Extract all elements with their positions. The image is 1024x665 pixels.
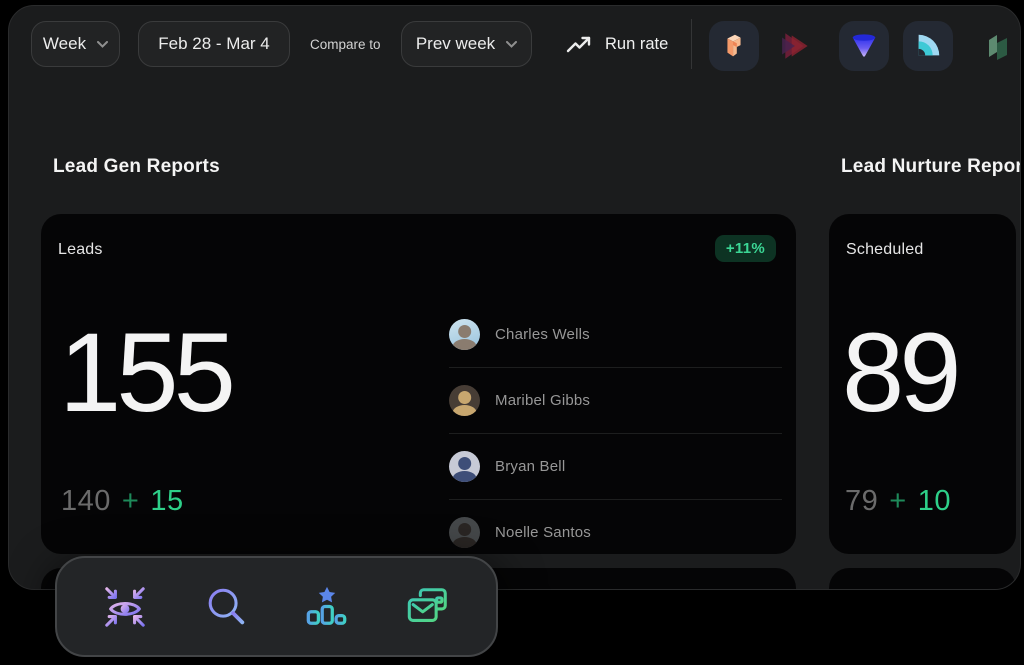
period-dropdown[interactable]: Week (31, 21, 120, 67)
run-rate-toggle[interactable]: Run rate (566, 21, 668, 67)
leads-delta-row: 140 + 15 (61, 485, 184, 518)
compare-to-label: Compare to (310, 37, 381, 52)
scheduled-value: 89 (842, 317, 957, 429)
chevron-down-icon (506, 41, 517, 48)
avatar (449, 451, 480, 482)
leads-people-list: Charles Wells Maribel Gibbs Bryan Bell N… (449, 302, 782, 554)
app-tile-teal-radar[interactable] (903, 21, 953, 71)
person-name: Bryan Bell (495, 458, 565, 475)
compare-dropdown[interactable]: Prev week (401, 21, 532, 67)
leaderboard-star-icon (304, 584, 350, 630)
run-rate-label: Run rate (605, 35, 668, 54)
section-title-lead-nurture: Lead Nurture Reports (841, 156, 1021, 178)
scheduled-previous-value: 79 (845, 485, 878, 518)
date-range-button[interactable]: Feb 28 - Mar 4 (138, 21, 290, 67)
floating-toolbar (55, 556, 498, 657)
trend-up-icon (566, 34, 592, 54)
topbar-divider (691, 19, 692, 69)
scheduled-delta-row: 79 + 10 (845, 485, 951, 518)
avatar (449, 319, 480, 350)
avatar (449, 385, 480, 416)
list-item: Noelle Santos (449, 500, 782, 554)
person-name: Charles Wells (495, 326, 590, 343)
leads-previous-value: 140 (61, 485, 111, 518)
scheduled-delta-value: 10 (918, 485, 951, 518)
leads-delta-value: 15 (150, 485, 183, 518)
leads-delta-sign: + (122, 485, 139, 518)
app-tile-blue-funnel[interactable] (839, 21, 889, 71)
avatar (449, 517, 480, 548)
blue-funnel-icon (849, 31, 879, 61)
eye-focus-icon (102, 584, 148, 630)
next-row-card-right (829, 568, 1016, 590)
scheduled-card[interactable]: Scheduled 89 79 + 10 (829, 214, 1016, 554)
person-name: Noelle Santos (495, 524, 591, 541)
list-item: Maribel Gibbs (449, 368, 782, 434)
leaderboard-tool[interactable] (299, 579, 355, 635)
date-range-label: Feb 28 - Mar 4 (158, 34, 270, 54)
app-tile-red-prism[interactable] (772, 21, 822, 71)
search-analytics-icon (203, 584, 249, 630)
scheduled-delta-sign: + (889, 485, 906, 518)
leads-value: 155 (59, 317, 231, 429)
teal-radar-icon (913, 31, 943, 61)
leads-card-label: Leads (58, 241, 103, 259)
leads-change-badge: +11% (715, 235, 776, 262)
list-item: Charles Wells (449, 302, 782, 368)
app-tile-orange-cube[interactable] (709, 21, 759, 71)
chevron-down-icon (97, 41, 108, 48)
eye-focus-tool[interactable] (97, 579, 153, 635)
red-prism-icon (780, 29, 814, 63)
search-analytics-tool[interactable] (198, 579, 254, 635)
scheduled-card-label: Scheduled (846, 241, 923, 259)
compare-dropdown-label: Prev week (416, 34, 495, 54)
leads-card[interactable]: Leads +11% 155 140 + 15 Charles Wells Ma… (41, 214, 796, 554)
green-chart-icon (983, 30, 1015, 62)
app-tile-green-chart[interactable] (974, 21, 1021, 71)
mail-card-tool[interactable] (400, 579, 456, 635)
person-name: Maribel Gibbs (495, 392, 590, 409)
period-dropdown-label: Week (43, 34, 86, 54)
dashboard-panel: Week Feb 28 - Mar 4 Compare to Prev week… (8, 5, 1021, 590)
orange-cube-icon (719, 31, 749, 61)
mail-card-icon (405, 584, 451, 630)
section-title-lead-gen: Lead Gen Reports (53, 156, 220, 178)
list-item: Bryan Bell (449, 434, 782, 500)
